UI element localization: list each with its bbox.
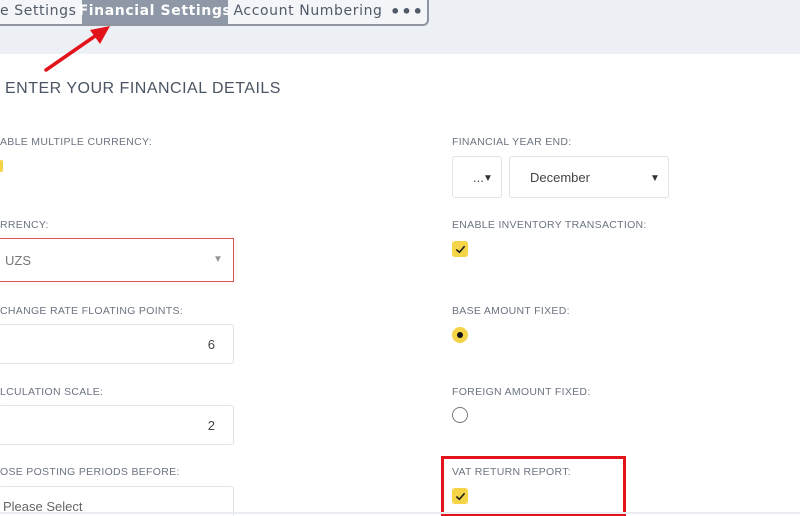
- caret-down-icon: ▼: [650, 173, 660, 184]
- currency-label: RRENCY:: [0, 219, 49, 231]
- exchange-rate-label: CHANGE RATE FLOATING POINTS:: [0, 305, 184, 317]
- exchange-rate-value: 6: [207, 336, 215, 352]
- radio-dot: [457, 332, 463, 338]
- close-posting-label: OSE POSTING PERIODS BEFORE:: [0, 466, 180, 478]
- annotation-arrow-icon: [44, 26, 110, 72]
- currency-value: UZS: [5, 252, 31, 268]
- caret-down-icon: ▼: [213, 254, 223, 265]
- inventory-transaction-label: ENABLE INVENTORY TRANSACTION:: [452, 219, 647, 231]
- year-end-day-select[interactable]: ... ▼: [452, 156, 502, 198]
- more-horizontal-icon: •••: [390, 1, 424, 21]
- calculation-scale-value: 2: [207, 417, 215, 433]
- base-amount-fixed-radio[interactable]: [452, 327, 468, 343]
- currency-select[interactable]: UZS ▼: [0, 238, 234, 282]
- multi-currency-checkbox[interactable]: [0, 160, 3, 172]
- foreign-amount-fixed-radio[interactable]: [452, 407, 468, 423]
- foreign-amount-fixed-label: FOREIGN AMOUNT FIXED:: [452, 386, 591, 398]
- more-tabs-button[interactable]: •••: [388, 0, 426, 24]
- annotation-highlight-box: [441, 456, 626, 516]
- page-title: ENTER YOUR FINANCIAL DETAILS: [5, 80, 281, 97]
- calculation-scale-input[interactable]: 2: [0, 405, 234, 445]
- exchange-rate-input[interactable]: 6: [0, 324, 234, 364]
- year-end-month-value: December: [530, 169, 590, 185]
- year-end-month-select[interactable]: December ▼: [509, 156, 669, 198]
- calculation-scale-label: LCULATION SCALE:: [0, 386, 104, 398]
- bottom-divider: [0, 512, 800, 514]
- inventory-transaction-checkbox[interactable]: [452, 241, 468, 257]
- tab-account-numbering[interactable]: Account Numbering: [228, 0, 388, 24]
- base-amount-fixed-label: BASE AMOUNT FIXED:: [452, 305, 570, 317]
- financial-year-end-label: FINANCIAL YEAR END:: [452, 136, 572, 148]
- check-icon: [455, 245, 465, 253]
- caret-down-icon: ▼: [483, 173, 493, 184]
- multi-currency-label: ABLE MULTIPLE CURRENCY:: [0, 136, 152, 148]
